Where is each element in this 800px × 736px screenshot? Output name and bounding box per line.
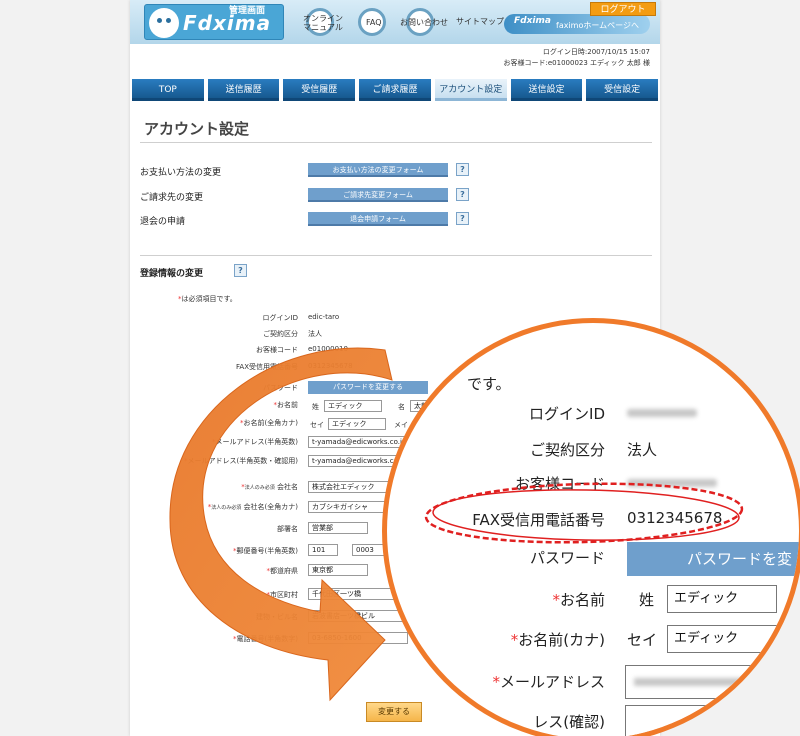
highlight-ellipse-icon bbox=[424, 482, 744, 544]
